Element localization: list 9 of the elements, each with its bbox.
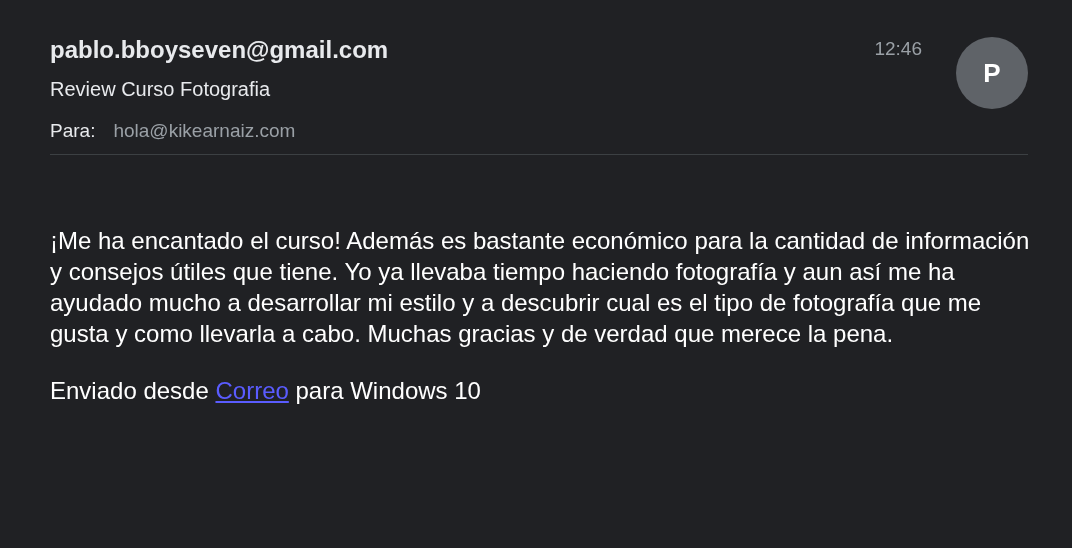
email-body: ¡Me ha encantado el curso! Además es bastante económico para la cantidad de información y consejos útiles que tiene. Yo ya llevaba tiempo haciendo fotografía y aun así me ha ayudado mucho a desarrollar mi estilo y a descubrir cual es el tipo de fotografía que me gusta y como llevarla a cabo. Muchas gracias y de verdad que merece la pena. — [50, 226, 1031, 349]
sender-address: pablo.bboyseven@gmail.com — [50, 35, 390, 65]
signature-text: Enviado desde Correo para Windows 10 — [50, 376, 482, 406]
email-time: 12:46 — [874, 38, 922, 60]
recipient-address: hola@kikearnaiz.com — [113, 119, 296, 143]
email-subject: Review Curso Fotografia — [50, 77, 272, 102]
to-label: Para: — [50, 119, 96, 143]
mail-app-link[interactable]: Correo — [215, 377, 289, 404]
sender-avatar: P — [956, 37, 1028, 109]
